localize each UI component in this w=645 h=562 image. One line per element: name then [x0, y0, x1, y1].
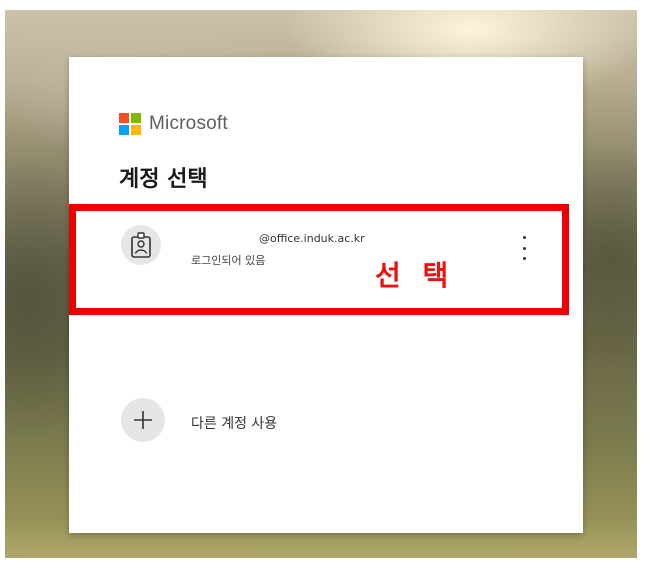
microsoft-logo-text: Microsoft [149, 113, 228, 134]
annotation-label: 선 택 [375, 259, 455, 292]
account-tile[interactable]: @office.induk.ac.kr 로그인되어 있음 [109, 222, 569, 282]
account-status: 로그인되어 있음 [191, 254, 266, 267]
screenshot-border-left [0, 0, 5, 562]
screenshot-border-right [637, 0, 645, 562]
page-title: 계정 선택 [119, 167, 208, 192]
id-badge-icon [121, 225, 161, 265]
screenshot-border-bottom [0, 558, 645, 562]
use-another-account-button[interactable]: 다른 계정 사용 [109, 394, 569, 450]
plus-icon [121, 398, 165, 442]
use-another-account-label: 다른 계정 사용 [191, 416, 278, 432]
microsoft-logo-icon [119, 113, 141, 135]
screenshot-border-top [0, 0, 645, 10]
more-vertical-icon[interactable] [517, 236, 531, 260]
sign-in-card: Microsoft 계정 선택 @office.induk.ac.kr 로그인되… [69, 57, 583, 533]
microsoft-logo: Microsoft [119, 113, 228, 135]
account-email: @office.induk.ac.kr [259, 232, 365, 245]
